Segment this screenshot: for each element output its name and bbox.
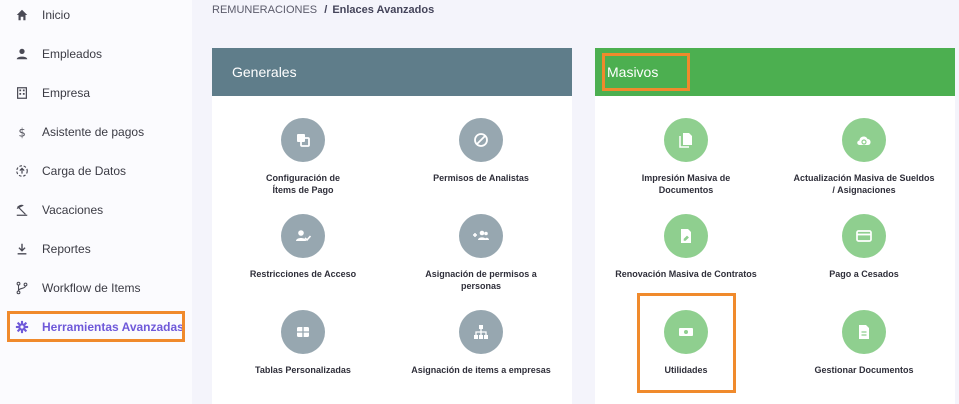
tile-label: Actualización Masiva de Sueldos	[793, 173, 935, 183]
tile-label: Configuración de	[266, 173, 340, 183]
highlight-box-masivos	[602, 53, 690, 91]
tile-label-2: / Asignaciones	[832, 185, 896, 195]
sidebar-item-label: Asistente de pagos	[42, 125, 145, 139]
sidebar-item-vacaciones[interactable]: Vacaciones	[0, 196, 192, 224]
tile-actualizacion-masiva-sueldos[interactable]: Actualización Masiva de Sueldos / Asignac…	[779, 118, 949, 196]
tile-label: Renovación Masiva de Contratos	[615, 269, 757, 279]
user-check-icon	[281, 214, 325, 258]
tile-label: Impresión Masiva de	[641, 173, 731, 183]
tile-gestionar-documentos[interactable]: Gestionar Documentos	[779, 310, 949, 376]
sidebar-item-asistente-pagos[interactable]: $ Asistente de pagos	[0, 118, 192, 146]
svg-text:$: $	[19, 125, 26, 139]
panel-generales-title: Generales	[232, 64, 297, 80]
sidebar-item-label: Inicio	[42, 8, 71, 22]
tile-label: Tablas Personalizadas	[255, 365, 351, 375]
sidebar-item-carga-datos[interactable]: Carga de Datos	[0, 157, 192, 185]
file-edit-icon	[664, 214, 708, 258]
person-icon	[14, 46, 30, 62]
sidebar-item-empleados[interactable]: Empleados	[0, 40, 192, 68]
tile-label-2: personas	[460, 281, 502, 291]
tile-label-2: Ítems de Pago	[272, 185, 334, 195]
hierarchy-icon	[459, 310, 503, 354]
sidebar-item-inicio[interactable]: Inicio	[0, 1, 192, 29]
card-icon	[842, 214, 886, 258]
panel-generales-header: Generales	[212, 48, 572, 96]
tile-label: Permisos de Analistas	[433, 173, 529, 183]
tile-label: Asignación de items a empresas	[411, 365, 551, 375]
tile-label-2: Documentos	[658, 185, 714, 195]
documents-icon	[664, 118, 708, 162]
sidebar-item-label: Vacaciones	[42, 203, 104, 217]
sidebar-item-label: Empleados	[42, 47, 103, 61]
sidebar-item-label: Reportes	[42, 242, 91, 256]
sidebar-item-label: Workflow de Items	[42, 281, 141, 295]
tile-tablas-personalizadas[interactable]: Tablas Personalizadas	[218, 310, 388, 376]
breadcrumb-parent[interactable]: REMUNERACIONES	[212, 4, 317, 16]
tile-pago-cesados[interactable]: Pago a Cesados	[779, 214, 949, 280]
table-icon	[281, 310, 325, 354]
tile-label: Pago a Cesados	[829, 269, 899, 279]
breadcrumb-separator: /	[324, 4, 328, 16]
home-icon	[14, 7, 30, 23]
tile-renovacion-masiva-contratos[interactable]: Renovación Masiva de Contratos	[601, 214, 771, 280]
sidebar: Inicio Empleados Empresa $ Asistente de …	[0, 0, 192, 404]
sidebar-item-empresa[interactable]: Empresa	[0, 79, 192, 107]
tile-restricciones-acceso[interactable]: Restricciones de Acceso	[218, 214, 388, 280]
upload-circle-icon	[14, 163, 30, 179]
highlight-box-nav	[7, 311, 185, 342]
sidebar-item-reportes[interactable]: Reportes	[0, 235, 192, 263]
highlight-box-utilidades	[637, 293, 736, 393]
branch-icon	[14, 280, 30, 296]
tile-label: Asignación de permisos a	[425, 269, 537, 279]
building-icon	[14, 85, 30, 101]
tile-label: Gestionar Documentos	[814, 365, 914, 375]
cloud-sync-icon	[842, 118, 886, 162]
panel-generales: Generales Configuración de Ítems de Pago …	[212, 48, 572, 404]
block-icon	[459, 118, 503, 162]
sidebar-item-workflow[interactable]: Workflow de Items	[0, 274, 192, 302]
tile-impresion-masiva-documentos[interactable]: Impresión Masiva de Documentos	[601, 118, 771, 196]
document-icon	[842, 310, 886, 354]
tile-asignacion-permisos-personas[interactable]: Asignación de permisos a personas	[396, 214, 566, 292]
download-icon	[14, 241, 30, 257]
sidebar-item-label: Carga de Datos	[42, 164, 127, 178]
group-add-icon	[459, 214, 503, 258]
dollar-icon: $	[14, 124, 30, 140]
tile-permisos-analistas[interactable]: Permisos de Analistas	[396, 118, 566, 184]
tile-configuracion-items-pago[interactable]: Configuración de Ítems de Pago	[218, 118, 388, 196]
breadcrumb-current: Enlaces Avanzados	[332, 4, 435, 16]
tile-label: Restricciones de Acceso	[249, 269, 357, 279]
breadcrumb: REMUNERACIONES / Enlaces Avanzados	[212, 4, 434, 16]
beach-icon	[14, 202, 30, 218]
copy-icon	[281, 118, 325, 162]
sidebar-item-label: Empresa	[42, 86, 91, 100]
tile-asignacion-items-empresas[interactable]: Asignación de items a empresas	[396, 310, 566, 376]
